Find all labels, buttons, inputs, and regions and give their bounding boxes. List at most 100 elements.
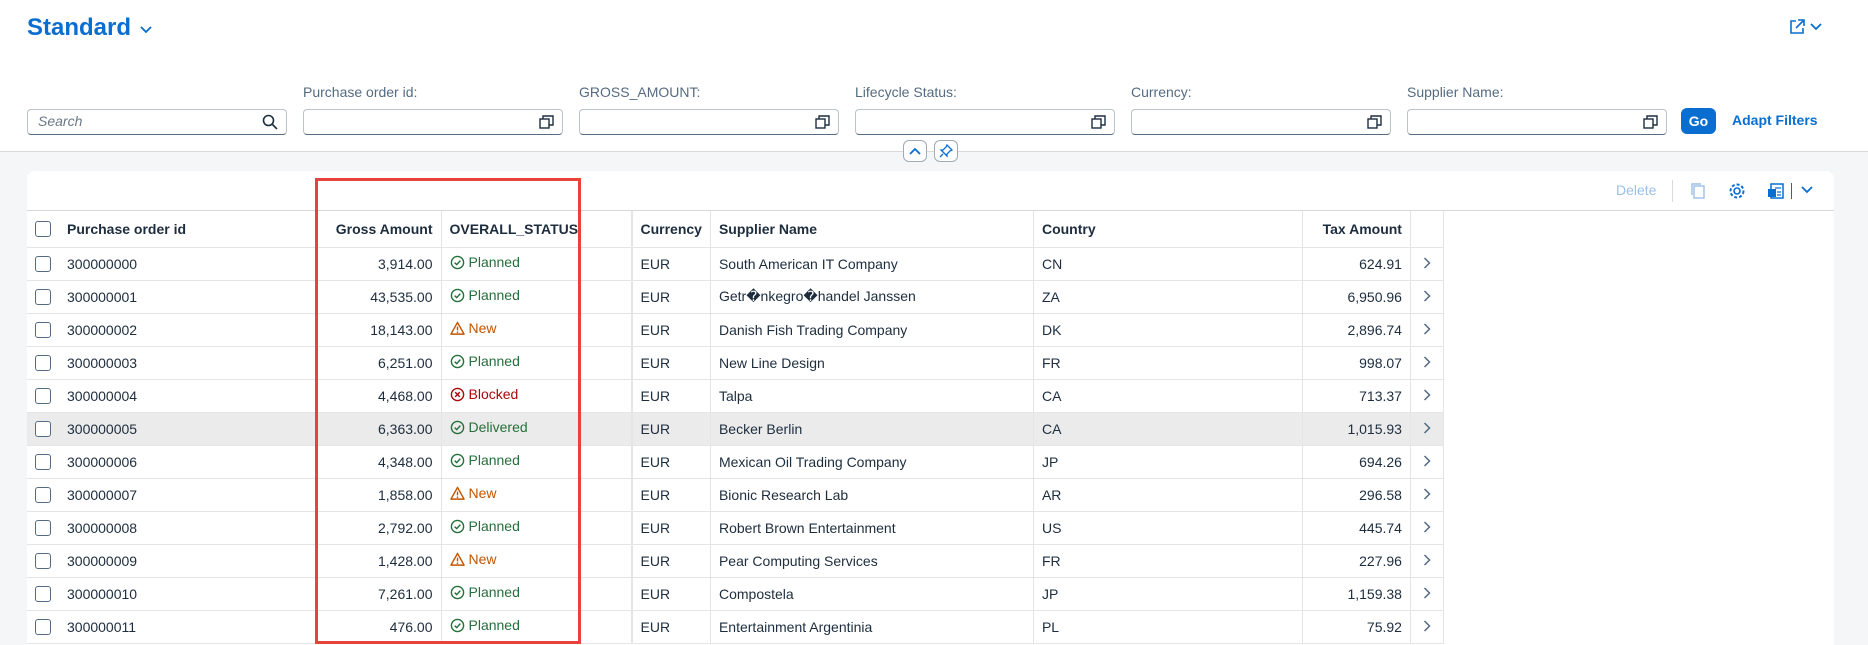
adapt-filters-button[interactable]: Adapt Filters <box>1732 112 1818 128</box>
status-text: Planned <box>468 584 520 601</box>
filter-bar-header: Standard Purchase order id: GROSS_AMOUNT… <box>0 0 1868 152</box>
table-row[interactable]: 300000005 6,363.00 Delivered EUR Becker Berl… <box>27 412 1444 446</box>
chevron-right-icon[interactable] <box>1423 454 1431 467</box>
table-row[interactable]: 300000000 3,914.00 Planned EUR South America… <box>27 247 1444 281</box>
pin-header-button[interactable] <box>934 140 958 162</box>
column-header-overall-status[interactable]: OVERALL_STATUS <box>441 211 632 248</box>
row-checkbox[interactable] <box>35 487 51 504</box>
row-navigation-cell[interactable] <box>1410 313 1444 347</box>
table-row[interactable]: 300000007 1,858.00 New EUR Bionic Research L… <box>27 478 1444 512</box>
row-checkbox[interactable] <box>35 619 51 636</box>
filter-input[interactable] <box>303 109 563 135</box>
row-navigation-cell[interactable] <box>1410 478 1444 512</box>
value-help-icon[interactable] <box>815 115 830 129</box>
chevron-right-icon[interactable] <box>1423 355 1431 368</box>
table-row[interactable]: 300000008 2,792.00 Planned EUR Robert Brown … <box>27 511 1444 545</box>
row-navigation-cell[interactable] <box>1410 610 1444 644</box>
row-checkbox[interactable] <box>35 256 51 273</box>
row-checkbox[interactable] <box>35 553 51 570</box>
share-icon <box>1790 19 1805 34</box>
go-button[interactable]: Go <box>1681 108 1716 134</box>
chevron-right-icon[interactable] <box>1423 553 1431 566</box>
table-row[interactable]: 300000002 18,143.00 New EUR Danish Fish Trad… <box>27 313 1444 347</box>
row-checkbox[interactable] <box>35 289 51 306</box>
column-header-country[interactable]: Country <box>1033 211 1303 248</box>
chevron-right-icon[interactable] <box>1423 388 1431 401</box>
filter-gross-amount: GROSS_AMOUNT: <box>579 82 839 135</box>
column-header-currency[interactable]: Currency <box>632 211 711 248</box>
value-help-icon[interactable] <box>1643 115 1658 129</box>
table-toolbar: Delete <box>27 171 1834 211</box>
row-navigation-cell[interactable] <box>1410 280 1444 314</box>
value-help-icon[interactable] <box>539 115 554 129</box>
row-navigation-cell[interactable] <box>1410 445 1444 479</box>
table-row[interactable]: 300000010 7,261.00 Planned EUR Compostela JP 1… <box>27 577 1444 611</box>
filter-input[interactable] <box>579 109 839 135</box>
cell-currency: EUR <box>632 280 711 314</box>
select-all-checkbox[interactable] <box>35 221 51 238</box>
row-checkbox[interactable] <box>35 454 51 471</box>
row-navigation-cell[interactable] <box>1410 511 1444 545</box>
row-select-cell <box>27 247 59 281</box>
chevron-right-icon[interactable] <box>1423 289 1431 302</box>
table-row[interactable]: 300000003 6,251.00 Planned EUR New Line Desi… <box>27 346 1444 380</box>
row-checkbox[interactable] <box>35 355 51 372</box>
row-navigation-cell[interactable] <box>1410 577 1444 611</box>
table-row[interactable]: 300000001 43,535.00 Planned EUR Getr�nkegro�… <box>27 280 1444 314</box>
cell-country: FR <box>1033 544 1303 578</box>
chevron-right-icon[interactable] <box>1423 256 1431 269</box>
row-navigation-cell[interactable] <box>1410 247 1444 281</box>
share-button[interactable] <box>1788 18 1822 36</box>
search-input[interactable] <box>38 110 258 132</box>
column-header-purchase-order-id[interactable]: Purchase order id <box>59 211 318 248</box>
row-checkbox[interactable] <box>35 388 51 405</box>
filter-input[interactable] <box>855 109 1115 135</box>
chevron-right-icon[interactable] <box>1423 520 1431 533</box>
filter-input[interactable] <box>1131 109 1391 135</box>
column-header-supplier-name[interactable]: Supplier Name <box>710 211 1034 248</box>
chevron-down-icon[interactable] <box>1801 186 1813 194</box>
cell-tax-amount: 445.74 <box>1302 511 1411 545</box>
column-header-tax-amount[interactable]: Tax Amount <box>1302 211 1411 248</box>
row-navigation-cell[interactable] <box>1410 346 1444 380</box>
column-header-gross-amount[interactable]: Gross Amount <box>317 211 442 248</box>
row-navigation-cell[interactable] <box>1410 379 1444 413</box>
chevron-right-icon[interactable] <box>1423 619 1431 632</box>
value-help-icon[interactable] <box>1367 115 1382 129</box>
cell-currency: EUR <box>632 610 711 644</box>
value-help-icon[interactable] <box>1091 115 1106 129</box>
row-checkbox[interactable] <box>35 421 51 438</box>
cell-purchase-order-id: 300000009 <box>59 544 318 578</box>
chevron-right-icon[interactable] <box>1423 586 1431 599</box>
table-row[interactable]: 300000011 476.00 Planned EUR Entertainment A… <box>27 610 1444 644</box>
cell-country: ZA <box>1033 280 1303 314</box>
filter-input[interactable] <box>1407 109 1667 135</box>
variant-selector[interactable]: Standard <box>27 14 152 42</box>
delete-button[interactable]: Delete <box>1616 182 1656 198</box>
chevron-right-icon[interactable] <box>1423 487 1431 500</box>
settings-icon[interactable] <box>1728 182 1746 200</box>
chevron-right-icon[interactable] <box>1423 421 1431 434</box>
row-checkbox[interactable] <box>35 322 51 339</box>
row-navigation-cell[interactable] <box>1410 412 1444 446</box>
table-row[interactable]: 300000009 1,428.00 New EUR Pear Computing Se… <box>27 544 1444 578</box>
status-text: Planned <box>468 452 520 469</box>
cell-gross-amount: 2,792.00 <box>317 511 442 545</box>
search-icon <box>262 114 278 130</box>
cell-currency: EUR <box>632 511 711 545</box>
export-icon[interactable] <box>1767 182 1785 200</box>
cell-gross-amount: 4,468.00 <box>317 379 442 413</box>
chevron-right-icon[interactable] <box>1423 322 1431 335</box>
row-checkbox[interactable] <box>35 520 51 537</box>
cell-tax-amount: 1,015.93 <box>1302 412 1411 446</box>
toolbar-separator <box>1791 183 1792 199</box>
table-row[interactable]: 300000006 4,348.00 Planned EUR Mexican Oil T… <box>27 445 1444 479</box>
copy-icon[interactable] <box>1690 182 1706 200</box>
status-indicator: Planned <box>450 254 520 270</box>
table-row[interactable]: 300000004 4,468.00 Blocked EUR Talpa CA 713.37 <box>27 379 1444 413</box>
cell-supplier-name: Robert Brown Entertainment <box>710 511 1034 545</box>
collapse-header-button[interactable] <box>903 140 927 162</box>
row-checkbox[interactable] <box>35 586 51 603</box>
row-navigation-cell[interactable] <box>1410 544 1444 578</box>
search-field[interactable] <box>27 109 287 135</box>
